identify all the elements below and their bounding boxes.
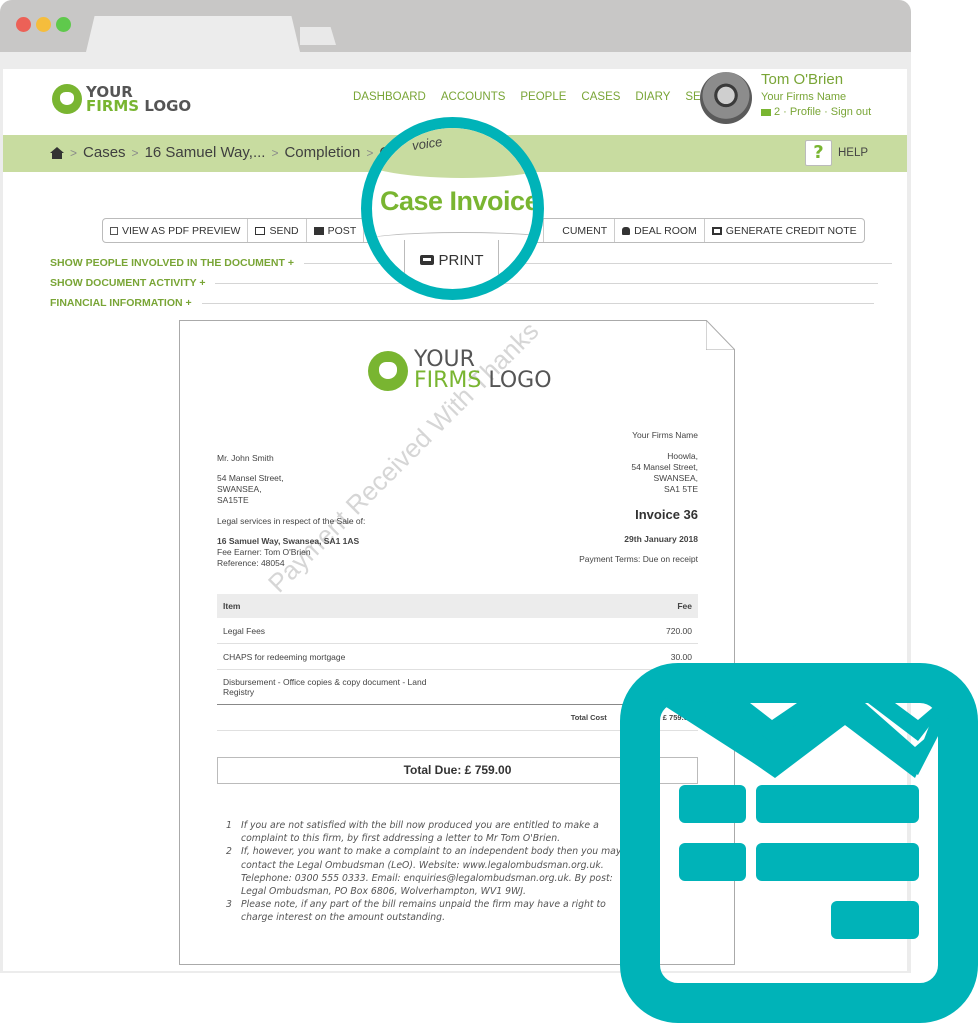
form-field-label-2: [679, 843, 746, 881]
firm-address-4: SA1 5TE: [663, 484, 698, 494]
profile-signout-links[interactable]: · Profile · Sign out: [783, 106, 871, 118]
breadcrumb-cases[interactable]: Cases: [83, 144, 126, 161]
property-address: 16 Samuel Way, Swansea, SA1 1AS: [217, 536, 360, 546]
client-address-3: SA15TE: [217, 495, 249, 505]
new-tab-button[interactable]: [300, 27, 336, 45]
note-item: 1 If you are not satisfied with the bill …: [226, 820, 599, 845]
divider: [215, 282, 879, 284]
nav-diary[interactable]: DIARY: [635, 91, 670, 103]
logo-badge-icon: [52, 84, 82, 114]
firm-logo[interactable]: YOUR FIRMS LOGO: [52, 84, 191, 114]
form-field-label-1: [679, 785, 746, 823]
breadcrumb-separator: >: [131, 145, 139, 160]
form-submit-block: [831, 901, 919, 939]
nav-dashboard[interactable]: DASHBOARD: [353, 91, 426, 103]
post-button[interactable]: POST: [307, 219, 365, 242]
envelope-icon: [313, 226, 324, 235]
deal-room-button[interactable]: DEAL ROOM: [615, 219, 705, 242]
logo-badge-icon: [368, 350, 408, 391]
complaint-notes: 1 If you are not satisfied with the bill …: [226, 819, 626, 925]
firm-name: Your Firms Name: [632, 430, 698, 440]
note-item: 3 Please note, if any part of the bill re…: [226, 899, 606, 924]
lock-icon: [622, 226, 631, 235]
message-count[interactable]: 2: [774, 106, 780, 118]
mail-icon[interactable]: [761, 108, 771, 116]
divider: [201, 302, 874, 304]
note-item: 2 If, however, you want to make a complai…: [226, 846, 622, 897]
payment-terms: Payment Terms: Due on receipt: [579, 554, 698, 564]
maximize-window-button[interactable]: [56, 17, 71, 32]
magnifier-callout: voice Case Invoice PRINT: [361, 117, 544, 300]
logo-line-2-green: FIRMS: [86, 97, 140, 115]
user-links: 2 · Profile · Sign out: [761, 106, 871, 118]
client-name: Mr. John Smith: [217, 453, 274, 463]
user-avatar[interactable]: [700, 72, 752, 124]
generate-credit-note-button[interactable]: GENERATE CREDIT NOTE: [705, 219, 864, 242]
document-button[interactable]: CUMENT: [544, 219, 616, 242]
view-pdf-preview-button[interactable]: VIEW AS PDF PREVIEW: [103, 219, 249, 242]
reference: Reference: 48054: [217, 558, 285, 568]
nav-accounts[interactable]: ACCOUNTS: [441, 91, 506, 103]
checkbox-icon: [110, 226, 118, 235]
browser-tab[interactable]: [86, 16, 300, 52]
main-nav: DASHBOARD ACCOUNTS PEOPLE CASES DIARY SE…: [353, 91, 724, 103]
print-button[interactable]: PRINT: [404, 240, 499, 280]
breadcrumb-separator: >: [271, 145, 279, 160]
form-field-value-1: [756, 785, 919, 823]
home-icon[interactable]: [50, 146, 64, 159]
help-link[interactable]: HELP: [838, 147, 868, 159]
firm-address-3: SWANSEA,: [653, 473, 698, 483]
send-button[interactable]: SEND: [248, 219, 307, 242]
minimize-window-button[interactable]: [36, 17, 51, 32]
magnified-page-title: Case Invoice: [380, 186, 540, 216]
services-line: Legal services in respect of the Sale of…: [217, 516, 366, 526]
breadcrumb-case[interactable]: 16 Samuel Way,...: [145, 144, 266, 161]
logo-line-2-rest: LOGO: [139, 97, 192, 115]
invoice-title: Invoice 36: [635, 507, 698, 522]
page-fold-corner: [706, 320, 735, 350]
fee-earner: Fee Earner: Tom O'Brien: [217, 547, 311, 557]
envelope-outline-icon: [255, 226, 266, 235]
invoice-form-icon: [620, 663, 978, 1023]
firm-address-2: 54 Mansel Street,: [631, 462, 698, 472]
nav-people[interactable]: PEOPLE: [520, 91, 566, 103]
breadcrumb-completion[interactable]: Completion: [284, 144, 360, 161]
client-address-1: 54 Mansel Street,: [217, 473, 284, 483]
table-row: Legal Fees 720.00: [217, 618, 698, 644]
table-header: Item Fee: [217, 594, 698, 618]
client-address-2: SWANSEA,: [217, 484, 262, 494]
form-field-value-2: [756, 843, 919, 881]
invoice-logo: YOUR FIRMS LOGO: [368, 349, 552, 392]
close-window-button[interactable]: [16, 17, 31, 32]
printer-icon: [419, 255, 434, 265]
breadcrumb-separator: >: [70, 145, 78, 160]
help-icon[interactable]: ?: [805, 140, 832, 166]
user-firm: Your Firms Name: [761, 91, 847, 103]
user-name[interactable]: Tom O'Brien: [761, 71, 843, 88]
browser-titlebar: [0, 0, 911, 52]
firm-address-1: Hoowla,: [667, 451, 698, 461]
nav-cases[interactable]: CASES: [581, 91, 620, 103]
money-icon: [711, 226, 722, 235]
invoice-date: 29th January 2018: [624, 534, 698, 544]
